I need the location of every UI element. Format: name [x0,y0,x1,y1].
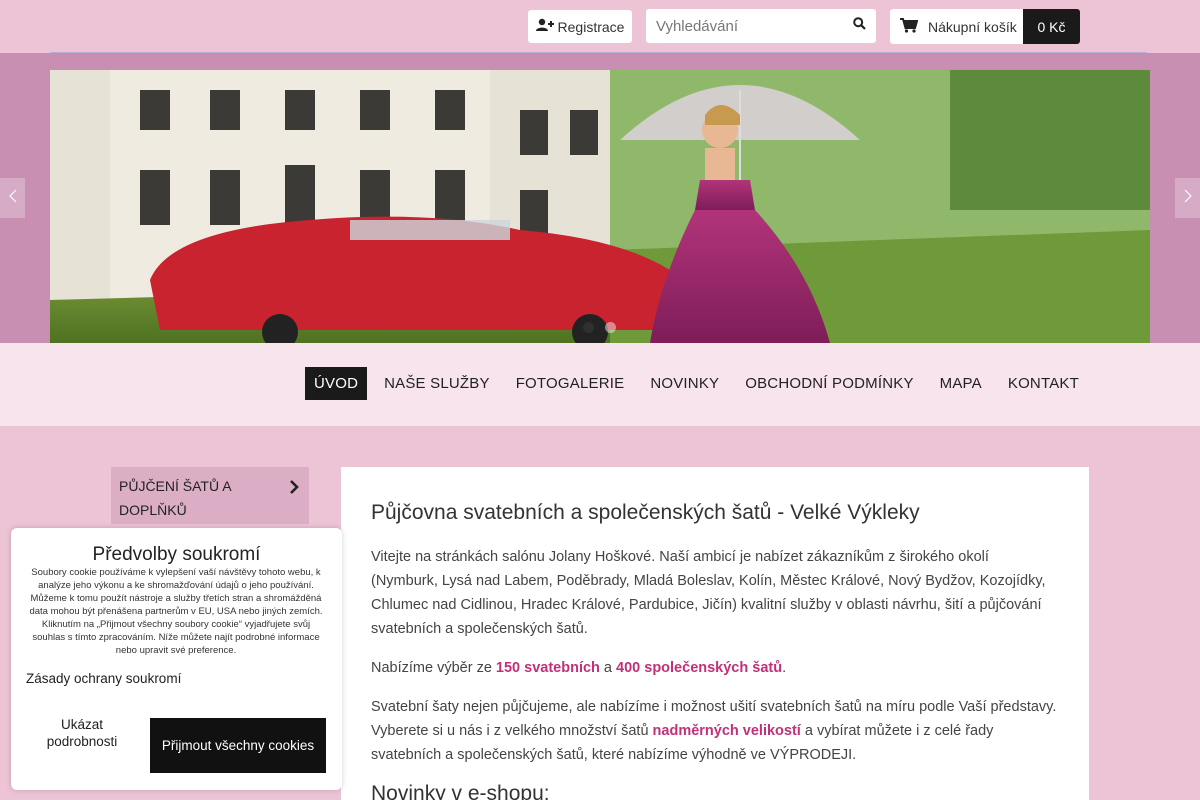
accept-all-cookies-button[interactable]: Přijmout všechny cookies [150,718,326,773]
search-box [646,9,876,43]
plus-size-link[interactable]: nadměrných velikostí [653,723,801,739]
cart-button[interactable]: Nákupní košík 0 Kč [890,9,1080,44]
cookie-consent-panel: Předvolby soukromí Soubory cookie použív… [11,528,342,790]
offer-paragraph: Nabízíme výběr ze 150 svatebních a 400 s… [371,656,1059,680]
slider-dots [583,322,616,333]
intro-paragraph: Vitejte na stránkách salónu Jolany Hoško… [371,549,1046,637]
slider-dot-1[interactable] [583,322,594,333]
show-details-button[interactable]: Ukázat podrobnosti [27,716,137,750]
sidebar-item-label: PŮJČENÍ ŠATŮ A DOPLŇKŮ [119,478,231,518]
news-heading: Novinky v e-shopu: [371,782,550,800]
nav-item-uvod[interactable]: ÚVOD [304,367,368,400]
register-label: Registrace [557,18,625,35]
page-title: Půjčovna svatebních a společenských šatů… [371,501,920,524]
chevron-right-icon [1184,189,1192,208]
nav-item-mapa[interactable]: MAPA [931,367,991,400]
nav-item-nase-sluzby[interactable]: NAŠE SLUŽBY [375,367,499,400]
search-button[interactable] [846,9,872,43]
hero-slide-image [50,70,1150,343]
top-bar: Registrace Nákupní košík 0 Kč [0,0,1200,54]
sidebar-item-pujceni-satu[interactable]: PŮJČENÍ ŠATŮ A DOPLŇKŮ [111,467,309,524]
offer-prefix: Nabízíme výběr ze [371,660,496,676]
offer-suffix: . [782,660,787,676]
nav-item-novinky[interactable]: NOVINKY [641,367,728,400]
nav-item-kontakt[interactable]: KONTAKT [999,367,1088,400]
cart-total: 0 Kč [1023,9,1080,44]
search-input[interactable] [646,9,842,43]
social-dresses-link[interactable]: 400 společenských šatů [616,660,782,676]
user-plus-icon [535,18,554,35]
hero-slider [0,53,1200,343]
slider-prev-button[interactable] [0,178,25,218]
slider-dot-2[interactable] [605,322,616,333]
cart-icon [900,17,919,36]
privacy-policy-link[interactable]: Zásady ochrany soukromí [26,671,181,686]
cart-label: Nákupní košík [928,18,1017,35]
main-navigation: ÚVOD NAŠE SLUŽBY FOTOGALERIE NOVINKY OBC… [0,343,1200,426]
search-icon [852,17,866,35]
nav-item-obchodni-podminky[interactable]: OBCHODNÍ PODMÍNKY [736,367,922,400]
wedding-dresses-link[interactable]: 150 svatebních [496,660,600,676]
register-button[interactable]: Registrace [528,10,632,43]
cookie-text: Soubory cookie používáme k vylepšení vaš… [29,567,323,656]
chevron-right-icon [289,477,299,501]
nav-item-fotogalerie[interactable]: FOTOGALERIE [507,367,634,400]
custom-paragraph: Svatební šaty nejen půjčujeme, ale nabíz… [371,695,1059,767]
offer-and: a [599,660,617,676]
main-content: Půjčovna svatebních a společenských šatů… [341,467,1089,800]
cookie-title: Předvolby soukromí [92,544,261,565]
chevron-left-icon [8,189,17,208]
slider-next-button[interactable] [1175,178,1200,218]
